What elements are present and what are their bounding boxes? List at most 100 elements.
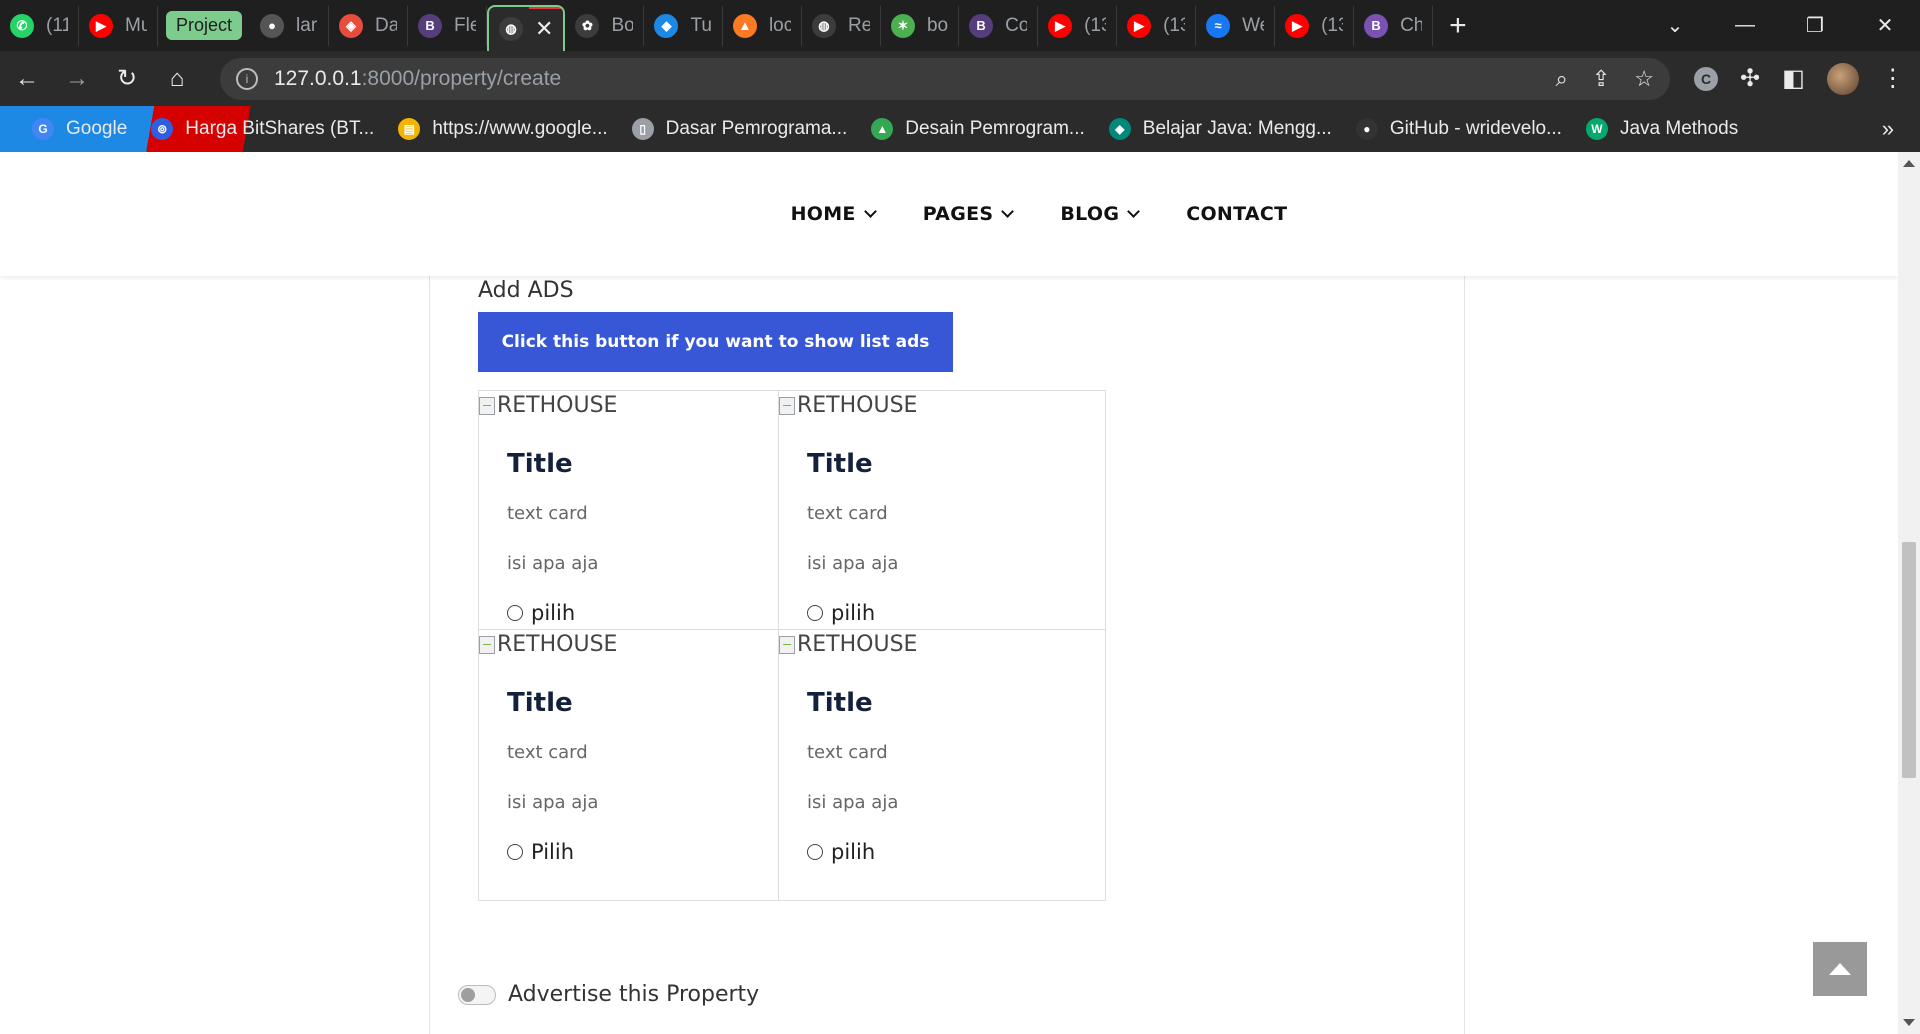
- tab-title: (13: [1321, 14, 1343, 36]
- broken-image-icon: [479, 635, 495, 654]
- nav-item-home[interactable]: HOME: [790, 203, 877, 225]
- bookmark-item[interactable]: W Java Methods: [1574, 118, 1750, 140]
- close-window-icon[interactable]: ✕: [1850, 0, 1920, 51]
- browser-tab[interactable]: ▶ Mu: [79, 5, 158, 46]
- card-extra-text: isi apa aja: [807, 792, 899, 813]
- radio-button[interactable]: [807, 605, 823, 621]
- browser-tab[interactable]: ▶ (13: [1117, 5, 1197, 46]
- bookmark-label: Dasar Pemrograma...: [665, 118, 848, 139]
- card-select-radio[interactable]: Pilih: [507, 840, 574, 864]
- page-scrollbar[interactable]: [1898, 152, 1920, 1034]
- toggle-knob: [461, 987, 475, 1002]
- ad-card: RETHOUSE Title text card isi apa aja Pilih: [478, 629, 806, 901]
- bookmark-item[interactable]: G Google: [20, 118, 139, 140]
- nav-item-label: HOME: [790, 203, 856, 225]
- browser-tab[interactable]: B Fle: [408, 5, 488, 46]
- github-icon: ●: [1355, 118, 1378, 140]
- nav-item-label: BLOG: [1060, 203, 1120, 225]
- side-panel-icon[interactable]: ◧: [1782, 64, 1805, 93]
- card-select-radio[interactable]: pilih: [807, 840, 875, 864]
- bookmark-item[interactable]: ● GitHub - wridevelo...: [1344, 118, 1574, 140]
- tab-close-icon[interactable]: ✕: [535, 16, 553, 42]
- browser-tab[interactable]: ◆ Tu: [644, 5, 723, 46]
- advertise-toggle-switch[interactable]: [458, 984, 496, 1005]
- browser-tab[interactable]: B Ch: [1354, 5, 1434, 46]
- tab-group-label[interactable]: Project: [166, 11, 243, 40]
- globe-icon: ◍: [811, 13, 836, 38]
- scroll-up-icon[interactable]: [1903, 160, 1915, 167]
- tab-title: loc: [768, 14, 791, 36]
- forward-icon[interactable]: →: [54, 56, 100, 102]
- radio-button[interactable]: [507, 844, 523, 860]
- avatar[interactable]: [1826, 62, 1859, 95]
- drive-icon: ▲: [871, 118, 894, 140]
- bookmark-label: GitHub - wridevelo...: [1389, 118, 1562, 139]
- browser-tab[interactable]: ▶ (13: [1275, 5, 1355, 46]
- add-ads-label: Add ADS: [478, 278, 574, 303]
- reload-icon[interactable]: ↻: [104, 56, 150, 102]
- bookmark-item[interactable]: ◆ Belajar Java: Mengg...: [1097, 118, 1344, 140]
- card-text: text card: [507, 742, 588, 763]
- bookmark-item[interactable]: ▲ Desain Pemrogram...: [859, 118, 1097, 140]
- messenger-icon: ≈: [1206, 13, 1231, 38]
- share-icon[interactable]: ⇪: [1592, 66, 1610, 92]
- new-tab-button[interactable]: +: [1433, 9, 1483, 43]
- tab-title: (13: [1084, 14, 1106, 36]
- home-icon[interactable]: ⌂: [154, 56, 200, 102]
- nav-item-contact[interactable]: CONTACT: [1186, 203, 1287, 225]
- bookmark-star-icon[interactable]: ☆: [1634, 66, 1654, 92]
- card-select-radio[interactable]: pilih: [807, 601, 875, 625]
- restore-icon[interactable]: ❐: [1780, 0, 1850, 51]
- card-text: text card: [507, 503, 588, 524]
- tab-title: Tu: [690, 14, 712, 36]
- bookmark-item[interactable]: ▯ Dasar Pemrograma...: [620, 118, 860, 140]
- scroll-down-icon[interactable]: [1903, 1019, 1915, 1026]
- radio-button[interactable]: [507, 605, 523, 621]
- browser-tab[interactable]: ▶ (13: [1038, 5, 1118, 46]
- radio-label: pilih: [831, 601, 876, 625]
- chevron-down-icon: [1001, 205, 1015, 218]
- extension-c-icon[interactable]: C: [1694, 66, 1718, 91]
- browser-tab[interactable]: B Co: [959, 5, 1039, 46]
- card-image-alt: RETHOUSE: [797, 632, 918, 657]
- scrollbar-thumb[interactable]: [1902, 542, 1916, 778]
- browser-tab[interactable]: ● lara: [250, 5, 330, 46]
- back-to-top-button[interactable]: [1813, 942, 1867, 996]
- bookmark-item[interactable]: ⊚ Harga BitShares (BT...: [139, 118, 386, 140]
- omnibox-actions: ⌕ ⇪ ☆: [1556, 66, 1655, 92]
- browser-tab[interactable]: ✶ bo: [881, 5, 960, 46]
- kebab-menu-icon[interactable]: ⋮: [1881, 64, 1905, 93]
- zoom-icon[interactable]: ⌕: [1556, 66, 1568, 92]
- browser-tab[interactable]: ✿ Bo: [565, 5, 645, 46]
- book-icon: ▯: [631, 118, 654, 140]
- show-ads-list-button[interactable]: Click this button if you want to show li…: [478, 312, 953, 372]
- browser-tab[interactable]: ✆ (11: [0, 5, 79, 46]
- tab-title: (13: [1163, 14, 1185, 36]
- tab-search-icon[interactable]: ⌄: [1640, 0, 1710, 51]
- browser-tab[interactable]: Project: [158, 6, 250, 46]
- back-icon[interactable]: ←: [4, 56, 50, 102]
- minimize-icon[interactable]: —: [1710, 0, 1780, 51]
- card-select-radio[interactable]: pilih: [507, 601, 575, 625]
- card-image: RETHOUSE: [779, 632, 917, 657]
- browser-tab[interactable]: ◍ Re: [802, 5, 881, 46]
- bookmarks-overflow-button[interactable]: »: [1882, 116, 1894, 142]
- browser-tab[interactable]: ◍ ✕: [487, 5, 566, 51]
- browser-tab[interactable]: ≈ We: [1196, 5, 1276, 46]
- card-image: RETHOUSE: [479, 632, 617, 657]
- nav-item-blog[interactable]: BLOG: [1060, 203, 1141, 225]
- bookmark-item[interactable]: ▤ https://www.google...: [386, 118, 619, 140]
- youtube-icon: ▶: [89, 13, 113, 38]
- radio-button[interactable]: [807, 844, 823, 860]
- nav-item-pages[interactable]: PAGES: [923, 203, 1015, 225]
- browser-tab[interactable]: ◈ Da: [329, 5, 409, 46]
- address-bar[interactable]: i 127.0.0.1:8000/property/create ⌕ ⇪ ☆: [220, 57, 1670, 100]
- site-info-icon[interactable]: i: [236, 67, 258, 90]
- chevron-down-icon: [1127, 205, 1141, 218]
- tab-title: (11: [46, 14, 68, 36]
- browser-tab[interactable]: ▲ loc: [723, 5, 802, 46]
- puzzle-icon[interactable]: ✣: [1740, 64, 1760, 93]
- ad-card: RETHOUSE Title text card isi apa aja pilih: [778, 390, 1106, 662]
- broken-image-icon: [779, 396, 795, 415]
- tab-title: Da: [375, 14, 398, 36]
